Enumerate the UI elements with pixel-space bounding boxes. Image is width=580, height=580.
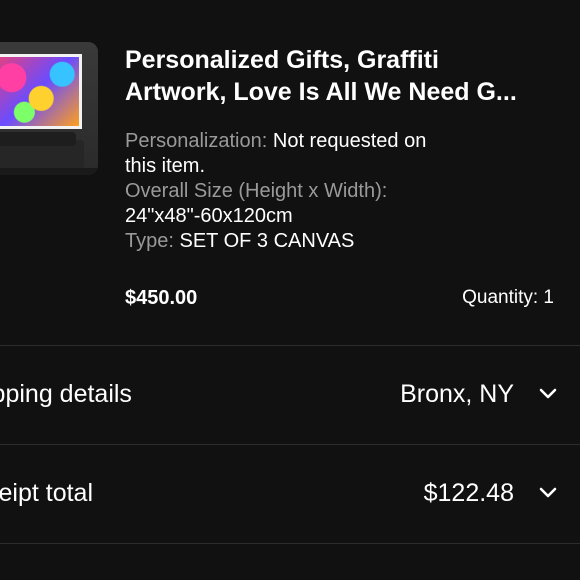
shipping-details-label: ipping details (0, 380, 132, 408)
item-details: Personalization: Not requested on this i… (125, 129, 565, 254)
size-label: Overall Size (Height x Width): (125, 180, 388, 202)
receipt-total-label: ceipt total (0, 479, 94, 507)
personalization-value: Not requested on (272, 130, 427, 152)
shipping-details-row[interactable]: ipping details Bronx, NY (0, 346, 580, 444)
item-title-line2: Artwork, Love Is All We Need G... (125, 78, 517, 106)
personalization-value-cont: this item. (125, 155, 206, 177)
product-thumbnail[interactable] (0, 42, 98, 175)
personalization-row: Personalization: Not requested on (125, 129, 565, 154)
shipping-details-value: Bronx, NY (400, 380, 514, 408)
chevron-down-icon[interactable] (538, 483, 558, 503)
item-price: $450.00 (125, 287, 198, 309)
type-value: SET OF 3 CANVAS (179, 230, 355, 252)
receipt-total-value: $122.48 (423, 479, 514, 507)
chevron-down-icon[interactable] (538, 384, 558, 404)
artwork-image (0, 57, 79, 126)
size-value: 24"x48"-60x120cm (125, 205, 293, 227)
divider (0, 543, 580, 544)
sofa-graphic (0, 132, 84, 170)
floor-graphic (0, 168, 98, 175)
type-row: Type: SET OF 3 CANVAS (125, 229, 565, 254)
artwork-frame (0, 54, 82, 129)
item-title-line1: Personalized Gifts, Graffiti (125, 46, 439, 74)
personalization-label: Personalization: (125, 130, 268, 152)
receipt-total-row[interactable]: ceipt total $122.48 (0, 445, 580, 543)
item-quantity: Quantity: 1 (462, 287, 554, 308)
type-label: Type: (125, 230, 174, 252)
item-title[interactable]: Personalized Gifts, Graffiti Artwork, Lo… (125, 44, 565, 108)
